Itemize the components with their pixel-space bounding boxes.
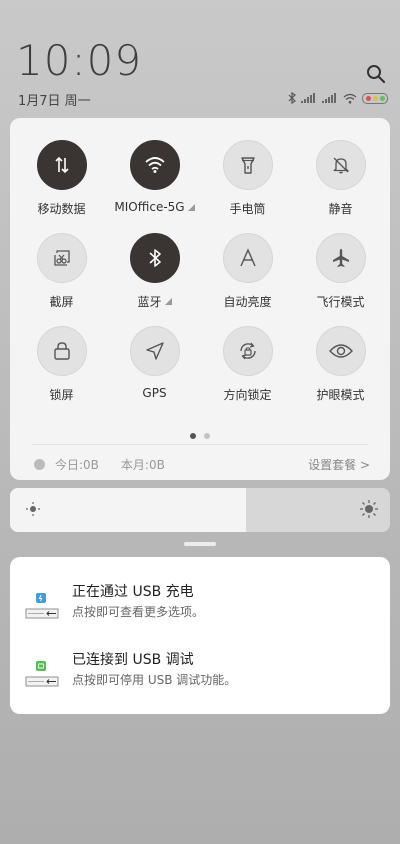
usage-month: 本月:0B (120, 458, 165, 472)
panel-drag-handle[interactable] (184, 542, 216, 546)
tile-bluetooth-label: 蓝牙 (137, 295, 162, 309)
tile-screenshot-label: 截屏 (49, 295, 74, 309)
signal-2-icon (322, 93, 336, 103)
page-indicator (10, 433, 390, 439)
notification-subtitle: 点按即可查看更多选项。 (72, 605, 205, 619)
tile-auto-brightness[interactable]: 自动亮度 (201, 233, 294, 310)
quick-settings-panel: 移动数据 MIOffice-5G 手电筒 静音 截屏 蓝牙 自动亮度 飞行模式 … (10, 118, 390, 480)
plan-settings-link[interactable]: 设置套餐 > (308, 456, 370, 473)
notification-usb-charging[interactable]: 正在通过 USB 充电 点按即可查看更多选项。 (10, 581, 390, 641)
tile-gps[interactable]: GPS (108, 326, 201, 403)
tile-flashlight[interactable]: 手电筒 (201, 140, 294, 217)
notification-subtitle: 点按即可停用 USB 调试功能。 (72, 673, 237, 687)
tile-mobile-data-circle[interactable] (36, 140, 87, 190)
tile-mute-circle[interactable] (315, 140, 366, 190)
search-icon[interactable] (366, 64, 386, 84)
tile-airplane-mode-label: 飞行模式 (316, 295, 365, 309)
usb-debug-icon (25, 661, 59, 687)
notification-panel: 正在通过 USB 充电 点按即可查看更多选项。 已连接到 USB 调试 点按即可… (10, 557, 390, 714)
bluetooth-expand-indicator[interactable] (164, 298, 172, 305)
tile-mute[interactable]: 静音 (294, 140, 387, 217)
tile-lock-screen-circle[interactable] (36, 326, 87, 376)
battery-dot-red (365, 95, 371, 101)
wifi-icon (144, 157, 165, 173)
tile-eye-care-label: 护眼模式 (316, 388, 365, 402)
tile-flashlight-label: 手电筒 (229, 202, 266, 216)
bluetooth-status-icon (288, 92, 296, 104)
mobile-data-icon (54, 156, 69, 174)
tile-lock-screen[interactable]: 锁屏 (15, 326, 108, 403)
tile-screenshot[interactable]: 截屏 (15, 233, 108, 310)
flashlight-icon (240, 157, 255, 174)
tile-wifi-circle[interactable] (129, 140, 180, 190)
panel-divider (32, 444, 368, 445)
usage-today: 今日:0B (55, 458, 99, 472)
battery-dot-green (379, 95, 385, 101)
brightness-low-icon (26, 502, 40, 516)
data-usage-icon (34, 459, 45, 470)
battery-dot-yellow (372, 95, 378, 101)
tile-gps-label: GPS (142, 386, 167, 400)
status-bar-icons (288, 90, 388, 106)
tile-airplane-mode-circle[interactable] (315, 233, 366, 283)
brightness-slider-fill (10, 488, 246, 532)
signal-1-icon (301, 93, 315, 103)
tile-gps-circle[interactable] (129, 326, 180, 376)
tile-screenshot-circle[interactable] (36, 233, 87, 283)
tile-lock-screen-label: 锁屏 (49, 388, 74, 402)
tile-flashlight-circle[interactable] (222, 140, 273, 190)
page-dot-1[interactable] (190, 433, 196, 439)
tile-wifi[interactable]: MIOffice-5G (108, 140, 201, 217)
brightness-high-icon (360, 500, 378, 518)
data-usage-row: 今日:0B 本月:0B 设置套餐 > (34, 456, 370, 473)
tile-auto-brightness-label: 自动亮度 (223, 295, 272, 309)
tile-rotation-lock-label: 方向锁定 (223, 388, 272, 402)
tile-eye-care[interactable]: 护眼模式 (294, 326, 387, 403)
lock-icon (53, 342, 70, 360)
wifi-expand-indicator[interactable] (187, 203, 195, 211)
brightness-slider[interactable] (10, 488, 390, 532)
tile-bluetooth-circle[interactable] (129, 233, 180, 283)
tile-bluetooth[interactable]: 蓝牙 (108, 233, 201, 310)
tile-mobile-data[interactable]: 移动数据 (15, 140, 108, 217)
screenshot-icon (53, 250, 70, 266)
page-dot-2[interactable] (204, 433, 210, 439)
notification-title: 正在通过 USB 充电 (72, 584, 194, 600)
mute-bell-icon (332, 157, 349, 174)
usb-charge-icon (25, 593, 59, 619)
rotation-lock-icon (239, 342, 256, 360)
gps-icon (145, 342, 164, 360)
tile-rotation-lock-circle[interactable] (222, 326, 273, 376)
quick-settings-grid: 移动数据 MIOffice-5G 手电筒 静音 截屏 蓝牙 自动亮度 飞行模式 … (10, 140, 390, 403)
tile-eye-care-circle[interactable] (315, 326, 366, 376)
bluetooth-icon (148, 249, 161, 267)
wifi-status-icon (343, 93, 357, 103)
tile-mobile-data-label: 移动数据 (37, 202, 86, 216)
notification-usb-debugging[interactable]: 已连接到 USB 调试 点按即可停用 USB 调试功能。 (10, 649, 390, 709)
airplane-icon (332, 249, 349, 267)
tile-wifi-label: MIOffice-5G (114, 200, 185, 214)
tile-rotation-lock[interactable]: 方向锁定 (201, 326, 294, 403)
tile-mute-label: 静音 (328, 202, 353, 216)
eye-icon (328, 344, 353, 358)
tile-airplane-mode[interactable]: 飞行模式 (294, 233, 387, 310)
clock-time: 10:09 (16, 36, 143, 85)
notification-title: 已连接到 USB 调试 (72, 652, 194, 668)
battery-icon (362, 92, 388, 104)
date-label: 1月7日 周一 (18, 94, 91, 109)
auto-brightness-icon (239, 248, 256, 267)
tile-auto-brightness-circle[interactable] (222, 233, 273, 283)
